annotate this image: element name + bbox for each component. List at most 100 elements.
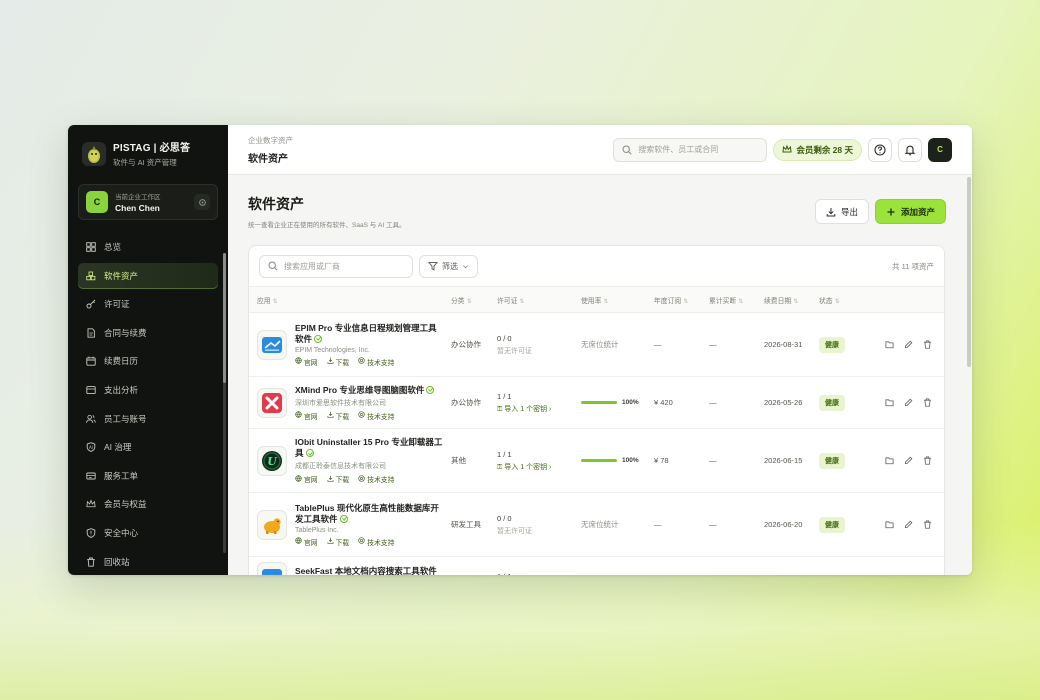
search-icon bbox=[622, 144, 632, 155]
sidebar-item-key[interactable]: 许可证 bbox=[78, 291, 218, 317]
user-avatar[interactable]: C bbox=[928, 137, 952, 162]
gear-icon[interactable] bbox=[194, 194, 210, 210]
sidebar-item-shield-check[interactable]: 安全中心 bbox=[78, 520, 218, 546]
sidebar-item-cubes[interactable]: 软件资产 bbox=[78, 262, 218, 289]
delete-icon[interactable] bbox=[923, 340, 932, 349]
website-link[interactable]: 官网 bbox=[295, 357, 318, 367]
import-key-link[interactable]: ⚿ 导入 1 个密钥 › bbox=[497, 404, 573, 414]
delete-icon[interactable] bbox=[923, 456, 932, 465]
app-name[interactable]: TablePlus 现代化原生高性能数据库开发工具软件 bbox=[295, 503, 439, 524]
annual-cell: — bbox=[650, 492, 705, 557]
table-row[interactable]: U IObit Uninstaller 15 Pro 专业卸载器工具 成都正聆泰… bbox=[249, 428, 944, 493]
folder-icon[interactable] bbox=[885, 456, 894, 465]
support-link[interactable]: 技术支持 bbox=[358, 411, 394, 421]
edit-icon[interactable] bbox=[904, 340, 913, 349]
asset-search-input[interactable]: 搜索应用或厂商 bbox=[259, 254, 413, 278]
notification-button[interactable] bbox=[898, 137, 922, 162]
sidebar-item-grid[interactable]: 总览 bbox=[78, 234, 218, 260]
delete-icon[interactable] bbox=[923, 520, 932, 529]
app-name[interactable]: SeekFast 本地文档内容搜索工具软件 bbox=[295, 566, 437, 576]
sidebar-nav: 总览 软件资产 许可证合同与续费续费日历支出分析员工与账号 AI AI 治理 服务工单 会员… bbox=[78, 234, 218, 575]
delete-icon[interactable] bbox=[923, 398, 932, 407]
sidebar-item-wallet[interactable]: 支出分析 bbox=[78, 377, 218, 403]
import-key-link[interactable]: ⚿ 导入 1 个密钥 › bbox=[497, 462, 573, 472]
sort-icon: ⇅ bbox=[834, 298, 840, 305]
filter-button[interactable]: 筛选 bbox=[419, 254, 478, 278]
sidebar-item-document[interactable]: 合同与续费 bbox=[78, 320, 218, 346]
table-row[interactable]: TablePlus 现代化原生高性能数据库开发工具软件 TablePlus In… bbox=[249, 492, 944, 557]
sidebar-item-crown[interactable]: 会员与权益 bbox=[78, 491, 218, 517]
support-icon bbox=[358, 357, 365, 366]
column-header[interactable]: 累计买断 ⇅ bbox=[705, 286, 760, 313]
global-search-input[interactable]: 搜索软件、员工或合同 bbox=[613, 137, 768, 162]
sidebar-item-ticket[interactable]: 服务工单 bbox=[78, 463, 218, 489]
main-scrollbar[interactable] bbox=[967, 177, 971, 367]
table-row[interactable]: XMind Pro 专业思维导图脑图软件 深圳市爱思软件技术有限公司 官网 下载… bbox=[249, 376, 944, 429]
website-link[interactable]: 官网 bbox=[295, 474, 318, 484]
sidebar-item-calendar[interactable]: 续费日历 bbox=[78, 348, 218, 374]
download-link[interactable]: 下载 bbox=[327, 474, 349, 484]
add-asset-button[interactable]: 添加资产 bbox=[874, 199, 946, 224]
help-button[interactable] bbox=[868, 137, 892, 162]
renewal-cell bbox=[760, 556, 815, 575]
users-icon bbox=[86, 414, 96, 424]
app-name[interactable]: XMind Pro 专业思维导图脑图软件 bbox=[295, 385, 424, 395]
category-value: 研发工具 bbox=[451, 520, 481, 529]
grid-icon bbox=[86, 242, 96, 252]
edit-icon[interactable] bbox=[904, 456, 913, 465]
column-header[interactable]: 应用 ⇅ bbox=[249, 286, 447, 313]
app-window: PISTAG | 必思答 软件与 AI 资产管理 C 当前企业工作区 Chen … bbox=[68, 125, 972, 575]
usage-value: 无席位统计 bbox=[581, 520, 619, 529]
website-link[interactable]: 官网 bbox=[295, 537, 318, 547]
column-header[interactable]: 续费日期 ⇅ bbox=[760, 286, 815, 313]
sidebar-item-trash[interactable]: 回收站 bbox=[78, 549, 218, 575]
column-header[interactable]: 许可证 ⇅ bbox=[493, 286, 577, 313]
folder-icon[interactable] bbox=[885, 398, 894, 407]
folder-icon[interactable] bbox=[885, 520, 894, 529]
column-header[interactable]: 使用率 ⇅ bbox=[577, 286, 650, 313]
renewal-date: 2026-06-15 bbox=[764, 456, 803, 465]
app-name-wrap: SeekFast 本地文档内容搜索工具软件 bbox=[295, 566, 443, 576]
support-link[interactable]: 技术支持 bbox=[358, 537, 394, 547]
table-row[interactable]: SeekFast 本地文档内容搜索工具软件 1 / 1 bbox=[249, 556, 944, 576]
annual-value: — bbox=[654, 340, 662, 349]
actions-cell bbox=[865, 556, 944, 575]
sidebar-item-label: 续费日历 bbox=[104, 356, 139, 367]
breadcrumb[interactable]: 企业数字资产 bbox=[248, 135, 293, 146]
category-cell: 办公协作 bbox=[447, 312, 493, 377]
app-cell: TablePlus 现代化原生高性能数据库开发工具软件 TablePlus In… bbox=[249, 492, 447, 557]
column-header[interactable]: 分类 ⇅ bbox=[447, 286, 493, 313]
usage-value: 100% bbox=[622, 457, 639, 464]
download-link[interactable]: 下载 bbox=[327, 411, 349, 421]
sidebar-scrollbar-thumb[interactable] bbox=[223, 253, 226, 383]
download-link[interactable]: 下载 bbox=[327, 537, 349, 547]
download-link-label: 下载 bbox=[335, 359, 350, 367]
support-link[interactable]: 技术支持 bbox=[358, 357, 394, 367]
workspace-switcher[interactable]: C 当前企业工作区 Chen Chen bbox=[78, 184, 218, 220]
renewal-date: 2026-06-20 bbox=[764, 520, 803, 529]
edit-icon[interactable] bbox=[904, 520, 913, 529]
plus-icon bbox=[887, 208, 895, 215]
usage-cell: 无席位统计 bbox=[577, 492, 650, 557]
status-cell: 健康 bbox=[815, 312, 865, 377]
sort-icon: ⇅ bbox=[519, 298, 525, 305]
app-name[interactable]: IObit Uninstaller 15 Pro 专业卸载器工具 bbox=[295, 437, 442, 458]
membership-badge[interactable]: 会员剩余 28 天 bbox=[773, 138, 862, 161]
column-header[interactable]: 状态 ⇅ bbox=[815, 286, 865, 313]
export-button[interactable]: 导出 bbox=[814, 199, 869, 224]
website-link-label: 官网 bbox=[304, 359, 318, 367]
sidebar-item-shield[interactable]: AI AI 治理 bbox=[78, 434, 218, 460]
support-link[interactable]: 技术支持 bbox=[358, 474, 394, 484]
license-cell: 1 / 1 ⚿ 导入 1 个密钥 › bbox=[493, 428, 577, 493]
folder-icon[interactable] bbox=[885, 340, 894, 349]
column-header[interactable]: 年度订阅 ⇅ bbox=[650, 286, 705, 313]
column-header-label: 年度订阅 bbox=[654, 297, 682, 305]
globe-icon bbox=[295, 411, 302, 420]
website-link[interactable]: 官网 bbox=[295, 411, 318, 421]
annual-value: ¥ 78 bbox=[654, 456, 669, 465]
edit-icon[interactable] bbox=[904, 398, 913, 407]
sidebar-item-users[interactable]: 员工与账号 bbox=[78, 406, 218, 432]
shield-check-icon bbox=[86, 528, 96, 538]
download-link[interactable]: 下载 bbox=[327, 357, 350, 367]
table-row[interactable]: EPIM Pro 专业信息日程规划管理工具软件 EPIM Technologie… bbox=[249, 312, 944, 377]
